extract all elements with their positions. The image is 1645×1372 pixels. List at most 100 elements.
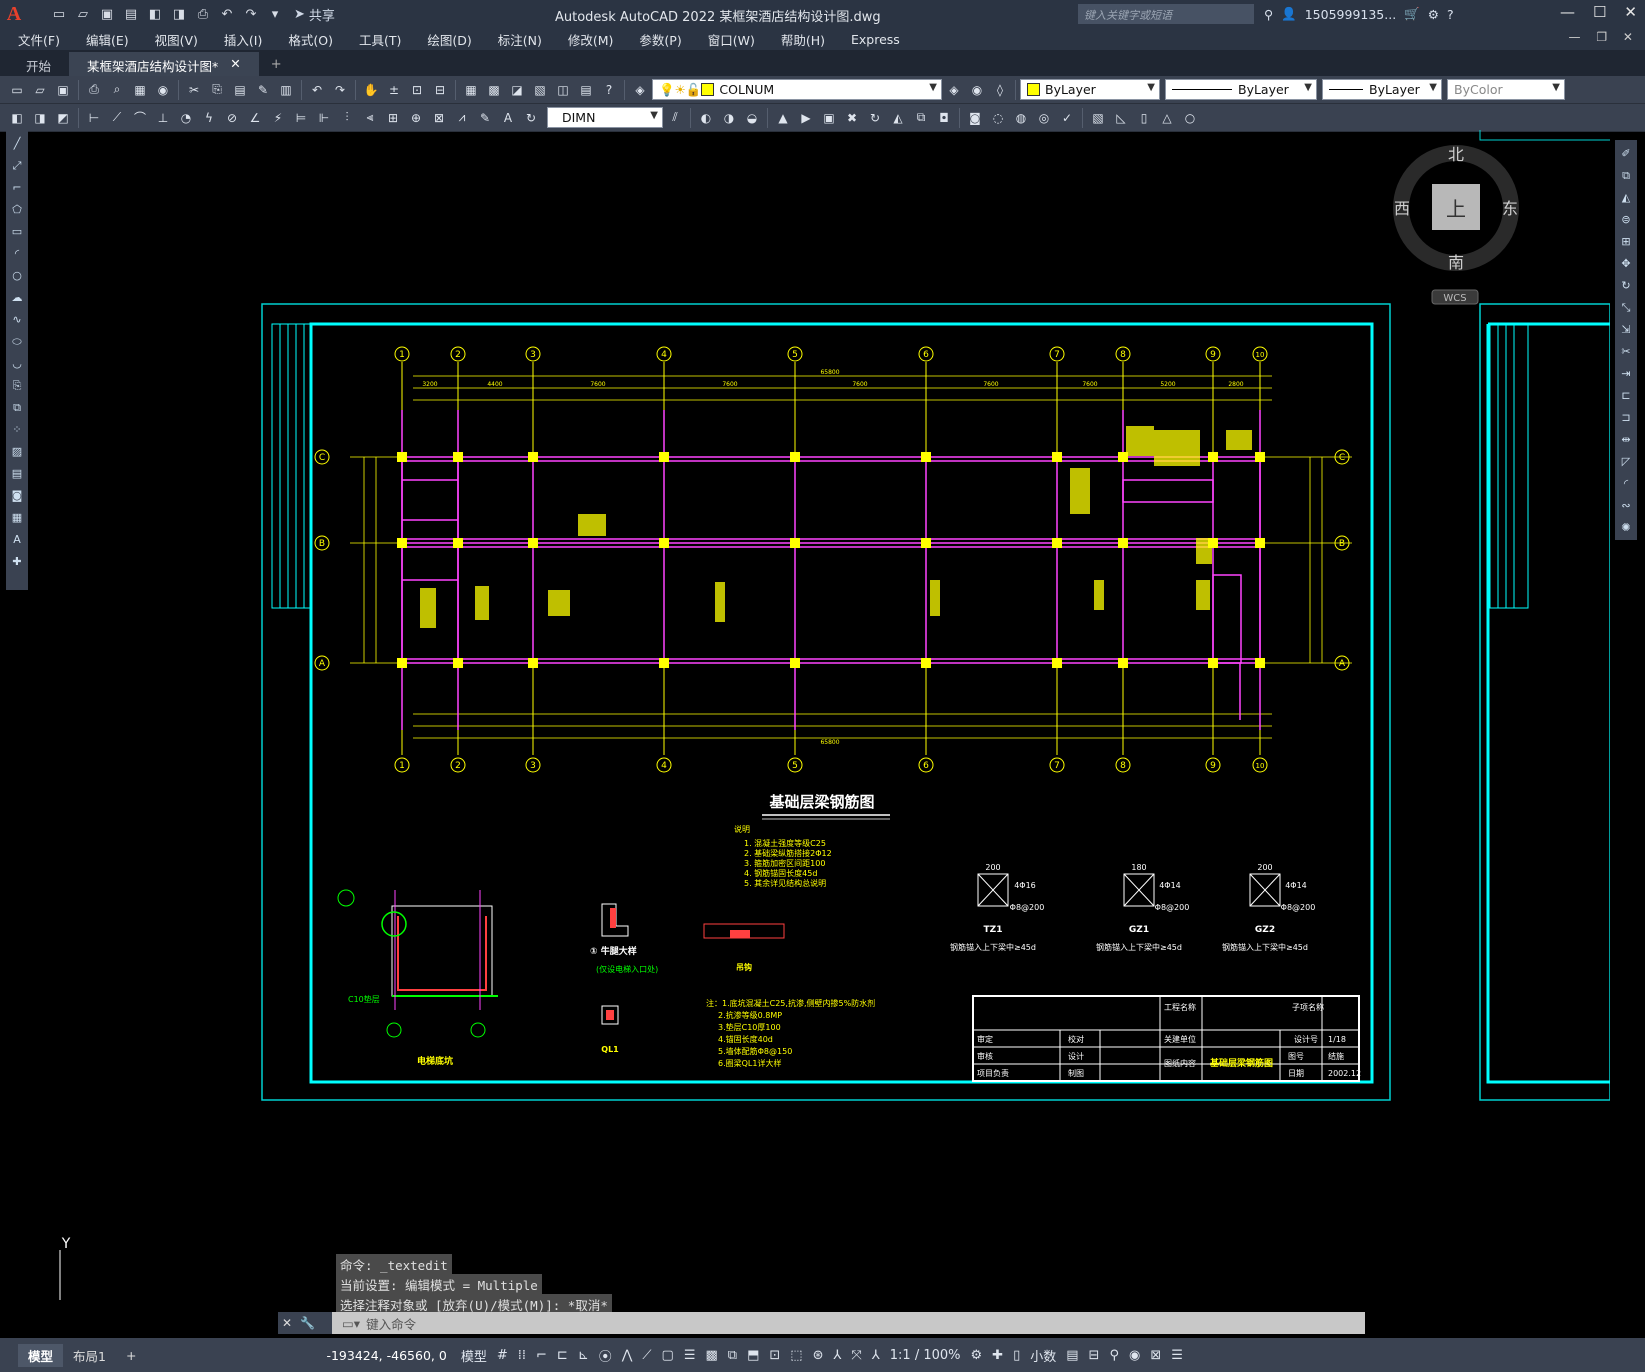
- isolate-objects-icon[interactable]: ⚲: [1109, 1348, 1119, 1363]
- chamfer-icon[interactable]: ◸: [1622, 452, 1630, 471]
- clean-icon[interactable]: ◌: [987, 107, 1009, 129]
- match-properties-icon[interactable]: ✎: [252, 79, 274, 101]
- undo-icon[interactable]: ↶: [216, 4, 238, 24]
- close-button[interactable]: ✕: [1624, 3, 1637, 21]
- layer-properties-icon[interactable]: ◈: [629, 79, 651, 101]
- dimstyle-dropdown[interactable]: DIMN ▼: [547, 107, 663, 128]
- add-layout-button[interactable]: +: [116, 1346, 146, 1365]
- arc-icon[interactable]: ◜: [15, 244, 19, 263]
- tab-start[interactable]: 开始: [8, 52, 69, 76]
- center-mark-icon[interactable]: ⊕: [405, 107, 427, 129]
- save-web-icon[interactable]: ◨: [168, 4, 190, 24]
- close-command-line-icon[interactable]: ✕: [282, 1316, 292, 1330]
- command-input[interactable]: ▭▾ 键入命令: [332, 1314, 416, 1333]
- object-snap-icon[interactable]: ▢: [662, 1348, 674, 1363]
- arc-length-icon[interactable]: ⌒: [129, 107, 151, 129]
- autocad-logo-icon[interactable]: A: [0, 0, 28, 28]
- diameter-dim-icon[interactable]: ⊘: [221, 107, 243, 129]
- jogged-linear-icon[interactable]: ⩘: [451, 107, 473, 129]
- menu-insert[interactable]: 插入(I): [224, 30, 262, 49]
- color-dropdown[interactable]: ByLayer ▼: [1020, 79, 1160, 100]
- move-icon[interactable]: ✥: [1621, 254, 1630, 273]
- viewcube-north[interactable]: 北: [1448, 145, 1464, 164]
- annotation-scale[interactable]: 1:1 / 100%: [890, 1348, 961, 1363]
- annotation-monitor-icon[interactable]: ✚: [992, 1348, 1003, 1363]
- move-faces-icon[interactable]: ▶: [795, 107, 817, 129]
- zoom-realtime-icon[interactable]: ±: [383, 79, 405, 101]
- 3d-osnap-icon[interactable]: ⬒: [747, 1348, 759, 1363]
- menu-parametric[interactable]: 参数(P): [639, 30, 681, 49]
- angular-dim-icon[interactable]: ∠: [244, 107, 266, 129]
- help-icon[interactable]: ?: [598, 79, 620, 101]
- quick-properties-icon[interactable]: ▤: [1066, 1348, 1078, 1363]
- design-center-icon[interactable]: ▩: [483, 79, 505, 101]
- wcs-menu[interactable]: WCS: [1443, 293, 1466, 304]
- maximize-button[interactable]: ☐: [1593, 3, 1606, 21]
- menu-modify[interactable]: 修改(M): [568, 30, 614, 49]
- new-icon[interactable]: ▭: [48, 4, 70, 24]
- workspace-icon[interactable]: ⚙: [971, 1348, 983, 1363]
- extrude-faces-icon[interactable]: ▲: [772, 107, 794, 129]
- cut-icon[interactable]: ✂: [183, 79, 205, 101]
- search-input[interactable]: 键入关键字或短语: [1078, 4, 1254, 24]
- layer-previous-icon[interactable]: ◉: [966, 79, 988, 101]
- inspect-icon[interactable]: ⊠: [428, 107, 450, 129]
- lineweight-dropdown[interactable]: ByLayer ▼: [1322, 79, 1442, 100]
- viewcube[interactable]: 上 北 南 东 西 WCS: [1393, 145, 1519, 305]
- cylinder-icon[interactable]: ▯: [1133, 107, 1155, 129]
- share-button[interactable]: ➤ 共享: [294, 5, 335, 24]
- copy-icon[interactable]: ⎘: [206, 79, 228, 101]
- user-account[interactable]: ⚲ 👤 1505999135... 🛒 ⚙ ?: [1264, 6, 1454, 22]
- selection-filter-icon[interactable]: ⬚: [790, 1348, 802, 1363]
- polygon-icon[interactable]: ⬠: [12, 200, 22, 219]
- 3d-print-icon[interactable]: ◉: [152, 79, 174, 101]
- mirror-icon[interactable]: ◭: [1622, 188, 1630, 207]
- lock-ui-icon[interactable]: ⊟: [1089, 1348, 1100, 1363]
- baseline-dim-icon[interactable]: ⊨: [290, 107, 312, 129]
- new-icon[interactable]: ▭: [6, 79, 28, 101]
- menu-dimension[interactable]: 标注(N): [498, 30, 542, 49]
- lineweight-icon[interactable]: ☰: [684, 1348, 696, 1363]
- intersect-icon[interactable]: ◒: [741, 107, 763, 129]
- viewcube-south[interactable]: 南: [1448, 253, 1464, 272]
- block-editor-icon[interactable]: ▥: [275, 79, 297, 101]
- customization-icon[interactable]: ☰: [1171, 1348, 1183, 1363]
- tab-close-icon[interactable]: ✕: [230, 56, 240, 72]
- delete-faces-icon[interactable]: ✖: [841, 107, 863, 129]
- aligned-dim-icon[interactable]: ⟋: [106, 107, 128, 129]
- tab-model[interactable]: 模型: [18, 1343, 64, 1367]
- menu-tools[interactable]: 工具(T): [359, 30, 401, 49]
- break-icon[interactable]: ⊐: [1621, 408, 1630, 427]
- zoom-window-icon[interactable]: ⊡: [406, 79, 428, 101]
- quick-dim-icon[interactable]: ⚡: [267, 107, 289, 129]
- circle-icon[interactable]: ○: [12, 266, 22, 285]
- cone-icon[interactable]: △: [1156, 107, 1178, 129]
- selection-cycling-icon[interactable]: ⧉: [728, 1348, 737, 1363]
- radius-dim-icon[interactable]: ◔: [175, 107, 197, 129]
- units-icon[interactable]: ▯: [1013, 1348, 1020, 1363]
- clean-screen-icon[interactable]: ⊠: [1150, 1348, 1161, 1363]
- stretch-icon[interactable]: ⇲: [1621, 320, 1630, 339]
- continue-dim-icon[interactable]: ⊩: [313, 107, 335, 129]
- dim-text-edit-icon[interactable]: A: [497, 107, 519, 129]
- autodesk-app-icon[interactable]: ⚙: [1428, 7, 1439, 22]
- dim-break-icon[interactable]: ⫷: [359, 107, 381, 129]
- menu-edit[interactable]: 编辑(E): [86, 30, 129, 49]
- search-icon[interactable]: ⚲: [1264, 7, 1273, 22]
- taper-faces-icon[interactable]: ◭: [887, 107, 909, 129]
- drawing-canvas[interactable]: 1 2 3 4 5 6 7 8 9 10 1 2 3 4 5 6 7 8 9 1…: [30, 130, 1610, 1300]
- copy-object-icon[interactable]: ⧉: [1622, 166, 1630, 185]
- open-web-icon[interactable]: ◧: [144, 4, 166, 24]
- menu-format[interactable]: 格式(O): [288, 30, 333, 49]
- recent-commands-icon[interactable]: ▭▾: [342, 1316, 360, 1331]
- cart-icon[interactable]: 🛒: [1404, 6, 1420, 22]
- customize-icon[interactable]: 🔧: [300, 1316, 315, 1330]
- open-icon[interactable]: ▱: [72, 4, 94, 24]
- new-tab-button[interactable]: +: [259, 53, 294, 76]
- make-current-layer-icon[interactable]: ◈: [943, 79, 965, 101]
- rectangle-icon[interactable]: ▭: [12, 222, 22, 241]
- layer-lock-icon[interactable]: 🔓: [686, 82, 702, 98]
- erase-icon[interactable]: ✐: [1621, 144, 1630, 163]
- sphere-icon[interactable]: ○: [1179, 107, 1201, 129]
- viewcube-west[interactable]: 西: [1394, 199, 1410, 218]
